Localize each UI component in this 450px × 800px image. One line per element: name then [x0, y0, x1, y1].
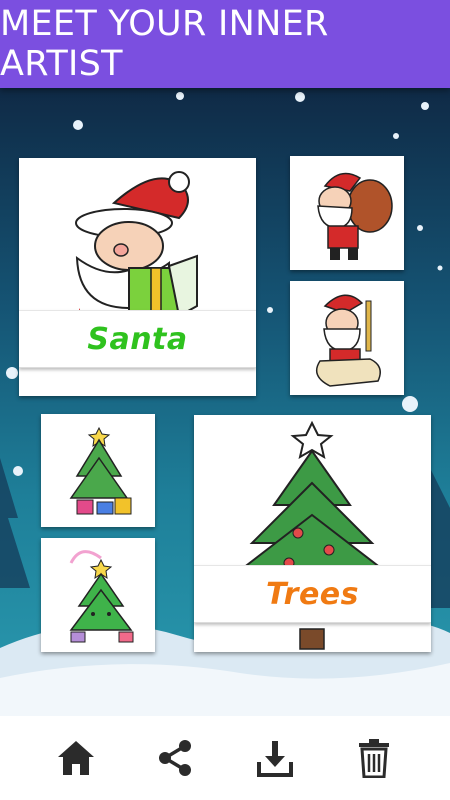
christmas-background: Santa Trees	[0, 88, 450, 716]
thumbnail-tree-gifts[interactable]	[41, 414, 155, 527]
santa-label: Santa	[87, 321, 188, 357]
bottom-toolbar	[0, 716, 450, 800]
category-card-trees[interactable]: Trees	[194, 415, 431, 652]
santa-label-band: Santa	[19, 310, 256, 368]
share-button[interactable]	[153, 736, 197, 780]
download-button[interactable]	[253, 736, 297, 780]
santa-illustration	[75, 171, 198, 328]
delete-button[interactable]	[352, 736, 396, 780]
santa-sack-illustration	[317, 172, 393, 260]
app-header: MEET YOUR INNER ARTIST	[0, 0, 450, 88]
home-icon	[57, 741, 94, 775]
thumbnail-tree-cute[interactable]	[41, 538, 155, 652]
santa-artist-illustration	[315, 294, 381, 387]
trees-label-band: Trees	[194, 565, 431, 623]
thumbnail-santa-artist[interactable]	[290, 281, 404, 395]
tree-cute-illustration	[69, 550, 134, 643]
thumbnail-santa-sack[interactable]	[290, 156, 404, 270]
share-icon	[159, 740, 192, 776]
category-card-santa[interactable]: Santa	[19, 158, 256, 396]
trees-label: Trees	[265, 576, 359, 612]
download-icon	[256, 741, 293, 777]
home-button[interactable]	[54, 736, 98, 780]
trash-icon	[359, 739, 390, 778]
page-title: MEET YOUR INNER ARTIST	[0, 4, 329, 84]
tree-gifts-illustration	[69, 426, 132, 515]
